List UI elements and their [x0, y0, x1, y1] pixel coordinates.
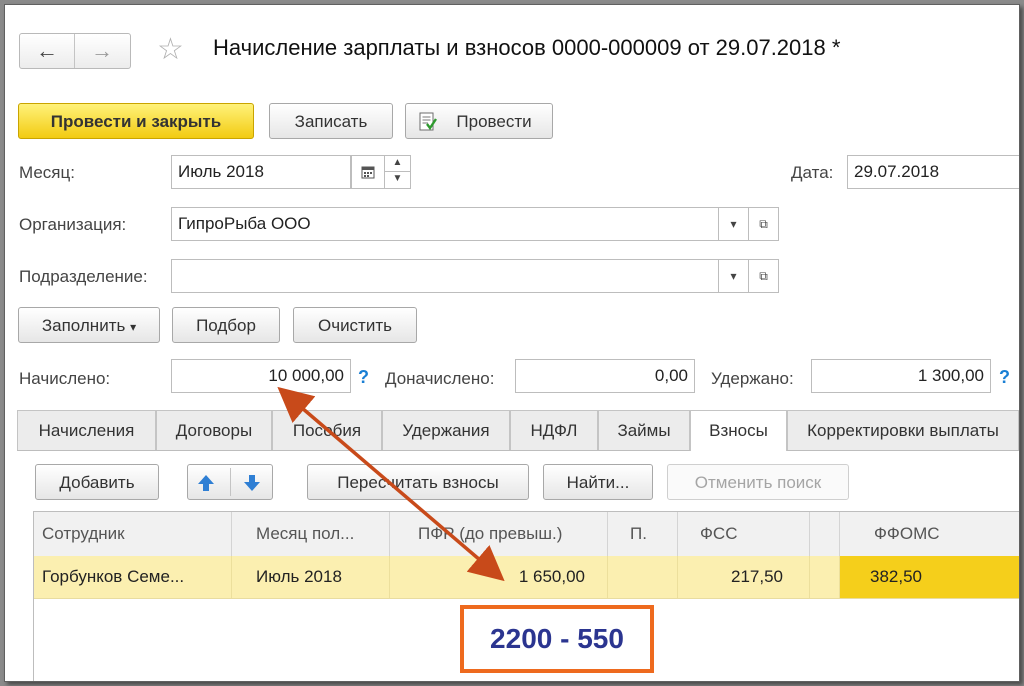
table-header: Сотрудник Месяц пол... ПФР (до превыш.) … — [34, 512, 1019, 557]
forward-button[interactable]: → — [75, 34, 129, 68]
help-icon[interactable]: ? — [358, 367, 369, 388]
month-field[interactable]: Июль 2018 — [171, 155, 351, 189]
page-title: Начисление зарплаты и взносов 0000-00000… — [213, 35, 841, 60]
back-button[interactable]: ← — [20, 34, 74, 68]
arrow-right-icon: → — [91, 38, 113, 63]
department-label: Подразделение: — [19, 267, 148, 286]
tab-loans[interactable]: Займы — [598, 410, 690, 450]
tab-accruals[interactable]: Начисления — [17, 410, 156, 450]
withheld-label: Удержано: — [711, 369, 794, 388]
department-field[interactable] — [171, 259, 719, 293]
cell-month[interactable]: Июль 2018 — [232, 556, 390, 598]
tab-contracts[interactable]: Договоры — [156, 410, 272, 450]
dropdown-icon[interactable]: ▾ — [719, 259, 749, 293]
add-button[interactable]: Добавить — [35, 464, 159, 500]
recalculate-contributions-button[interactable]: Пересчитать взносы — [307, 464, 529, 500]
help-icon[interactable]: ? — [999, 367, 1010, 388]
clear-button[interactable]: Очистить — [293, 307, 417, 343]
column-header[interactable]: ФФОМС — [840, 512, 1019, 556]
open-link-icon[interactable]: ⧉ — [749, 259, 779, 293]
extra-accrued-field[interactable]: 0,00 — [515, 359, 695, 393]
withheld-field[interactable]: 1 300,00 — [811, 359, 991, 393]
accrued-field[interactable]: 10 000,00 — [171, 359, 351, 393]
post-button-label: Провести — [456, 112, 532, 131]
find-button[interactable]: Найти... — [543, 464, 653, 500]
annotation-callout: 2200 - 550 — [460, 605, 654, 673]
tab-deductions[interactable]: Удержания — [382, 410, 510, 450]
arrow-left-icon: ← — [36, 38, 58, 63]
chevron-down-icon: ▾ — [130, 320, 137, 334]
select-button[interactable]: Подбор — [172, 307, 280, 343]
tab-ndfl[interactable]: НДФЛ — [510, 410, 598, 450]
tab-bar: Начисления Договоры Пособия Удержания НД… — [17, 410, 1019, 451]
column-header[interactable]: ПФР (до превыш.) — [390, 512, 608, 556]
tab-benefits[interactable]: Пособия — [272, 410, 382, 450]
nav-buttons: ← → — [19, 33, 131, 69]
arrow-up-icon[interactable] — [196, 473, 216, 493]
fill-button-label: Заполнить — [41, 316, 126, 335]
column-header[interactable]: П. — [608, 512, 678, 556]
post-and-close-button[interactable]: Провести и закрыть — [18, 103, 254, 139]
cell-fss[interactable]: 217,50 — [678, 556, 810, 598]
post-button[interactable]: Провести — [405, 103, 553, 139]
date-field[interactable]: 29.07.2018 — [847, 155, 1019, 189]
cell-p[interactable] — [608, 556, 678, 598]
column-header[interactable]: Месяц пол... — [232, 512, 390, 556]
open-link-icon[interactable]: ⧉ — [749, 207, 779, 241]
organization-label: Организация: — [19, 215, 127, 234]
favorite-star-icon[interactable]: ☆ — [157, 33, 184, 67]
cell-pfr[interactable]: 1 650,00 — [390, 556, 608, 598]
month-up-icon[interactable]: ▲ — [385, 155, 411, 172]
cell-employee[interactable]: Горбунков Семе... — [34, 556, 232, 598]
month-down-icon[interactable]: ▼ — [385, 172, 411, 189]
month-label: Месяц: — [19, 163, 75, 182]
save-button[interactable]: Записать — [269, 103, 393, 139]
tab-contributions[interactable]: Взносы — [690, 410, 787, 451]
cell-ffoms[interactable]: 382,50 — [840, 556, 1019, 598]
document-window: ← → ☆ Начисление зарплаты и взносов 0000… — [4, 4, 1020, 682]
cell-extra[interactable] — [810, 556, 840, 598]
calendar-icon[interactable] — [351, 155, 385, 189]
move-buttons — [187, 464, 273, 500]
cancel-search-button[interactable]: Отменить поиск — [667, 464, 849, 500]
extra-accrued-label: Доначислено: — [385, 369, 495, 388]
fill-button[interactable]: Заполнить ▾ — [18, 307, 160, 343]
dropdown-icon[interactable]: ▾ — [719, 207, 749, 241]
post-icon — [419, 112, 437, 131]
accrued-label: Начислено: — [19, 369, 111, 388]
column-header[interactable]: ФСС — [678, 512, 810, 556]
column-header[interactable]: Сотрудник — [34, 512, 232, 556]
table-row[interactable]: Горбунков Семе... Июль 2018 1 650,00 217… — [34, 556, 1019, 599]
column-header[interactable] — [810, 512, 840, 556]
date-label: Дата: — [791, 163, 834, 182]
organization-field[interactable]: ГипроРыба ООО — [171, 207, 719, 241]
tab-payment-corrections[interactable]: Корректировки выплаты — [787, 410, 1019, 450]
arrow-down-icon[interactable] — [242, 473, 262, 493]
